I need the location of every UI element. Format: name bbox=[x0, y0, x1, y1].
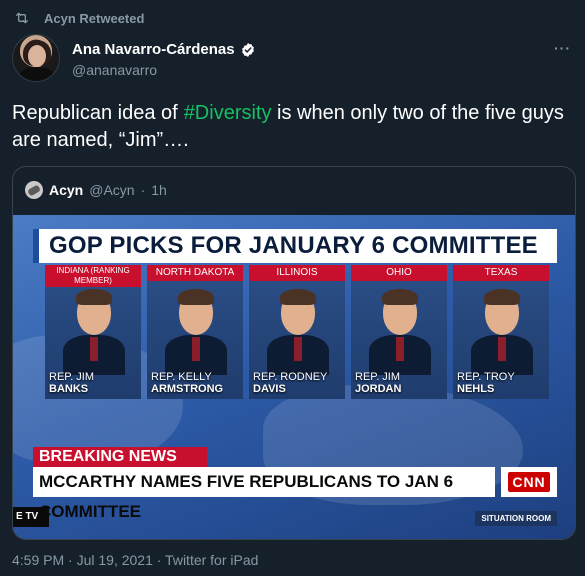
author-avatar[interactable] bbox=[12, 34, 60, 82]
rep-label: REP. JIM BANKS bbox=[49, 371, 139, 395]
tweet-timestamp-source[interactable]: 4:59 PM · Jul 19, 2021 · Twitter for iPa… bbox=[12, 552, 258, 568]
quoted-author-handle[interactable]: @Acyn bbox=[89, 182, 134, 198]
rep-surname: JORDAN bbox=[355, 383, 402, 395]
more-options-button[interactable]: ··· bbox=[554, 40, 571, 56]
quoted-tweet-card[interactable]: Acyn @Acyn · 1h GOP PICKS FOR JANUARY 6 … bbox=[12, 166, 576, 540]
rep-photo bbox=[267, 289, 329, 375]
breaking-news-bar: BREAKING NEWS bbox=[33, 447, 207, 467]
rep-title: REP. KELLY bbox=[151, 371, 212, 383]
tweet-text: Republican idea of #Diversity is when onl… bbox=[12, 100, 572, 154]
hashtag-link[interactable]: #Diversity bbox=[184, 102, 272, 124]
author-info: Ana Navarro-Cárdenas @ananavarro bbox=[72, 41, 256, 78]
rep-surname: BANKS bbox=[49, 383, 89, 395]
avatar-body bbox=[19, 67, 55, 81]
rep-title: REP. TROY bbox=[457, 371, 515, 383]
rep-state: NORTH DAKOTA bbox=[147, 265, 243, 281]
rep-state: INDIANA (RANKING MEMBER) bbox=[45, 265, 141, 287]
rep-panel: NORTH DAKOTA REP. KELLY ARMSTRONG bbox=[147, 265, 243, 399]
rep-state: ILLINOIS bbox=[249, 265, 345, 281]
rep-surname: DAVIS bbox=[253, 383, 286, 395]
quoted-timestamp[interactable]: 1h bbox=[151, 182, 167, 198]
cnn-logo-text: CNN bbox=[508, 472, 550, 492]
media-title-banner: GOP PICKS FOR JANUARY 6 COMMITTEE bbox=[33, 229, 557, 263]
rep-photo bbox=[369, 289, 431, 375]
retweet-header: Acyn Retweeted bbox=[14, 10, 144, 26]
situation-room-tag: SITUATION ROOM bbox=[475, 511, 557, 526]
rep-panel: INDIANA (RANKING MEMBER) REP. JIM BANKS bbox=[45, 265, 141, 399]
retweet-icon bbox=[16, 12, 28, 24]
live-tv-bug: E TV bbox=[13, 507, 49, 527]
rep-surname: ARMSTRONG bbox=[151, 383, 224, 395]
rep-title: REP. JIM bbox=[49, 371, 95, 383]
rep-label: REP. JIM JORDAN bbox=[355, 371, 445, 395]
quoted-author-name[interactable]: Acyn bbox=[49, 182, 83, 198]
verified-badge-icon bbox=[241, 42, 254, 57]
rep-state: TEXAS bbox=[453, 265, 549, 281]
quoted-separator: · bbox=[140, 182, 146, 198]
rep-label: REP. TROY NEHLS bbox=[457, 371, 547, 395]
retweet-label[interactable]: Acyn Retweeted bbox=[44, 11, 144, 26]
quoted-author-avatar[interactable] bbox=[25, 181, 43, 199]
tweet-text-before: Republican idea of bbox=[12, 102, 178, 124]
avatar-face bbox=[28, 45, 46, 67]
quoted-media-image[interactable]: GOP PICKS FOR JANUARY 6 COMMITTEE INDIAN… bbox=[13, 215, 575, 539]
rep-state: OHIO bbox=[351, 265, 447, 281]
author-name[interactable]: Ana Navarro-Cárdenas bbox=[72, 41, 235, 58]
rep-panel: ILLINOIS REP. RODNEY DAVIS bbox=[249, 265, 345, 399]
rep-panel: OHIO REP. JIM JORDAN bbox=[351, 265, 447, 399]
rep-panel: TEXAS REP. TROY NEHLS bbox=[453, 265, 549, 399]
rep-title: REP. RODNEY bbox=[253, 371, 328, 383]
chyron-headline: MCCARTHY NAMES FIVE REPUBLICANS TO JAN 6… bbox=[33, 467, 495, 521]
rep-surname: NEHLS bbox=[457, 383, 495, 395]
rep-panels: INDIANA (RANKING MEMBER) REP. JIM BANKS … bbox=[45, 265, 555, 399]
quoted-tweet-header: Acyn @Acyn · 1h bbox=[25, 181, 167, 199]
rep-title: REP. JIM bbox=[355, 371, 401, 383]
cnn-logo: CNN bbox=[501, 467, 557, 497]
rep-photo bbox=[165, 289, 227, 375]
rep-photo bbox=[63, 289, 125, 375]
author-name-row: Ana Navarro-Cárdenas bbox=[72, 41, 256, 58]
rep-label: REP. RODNEY DAVIS bbox=[253, 371, 343, 395]
rep-label: REP. KELLY ARMSTRONG bbox=[151, 371, 241, 395]
rep-photo bbox=[471, 289, 533, 375]
author-handle[interactable]: @ananavarro bbox=[72, 62, 256, 78]
